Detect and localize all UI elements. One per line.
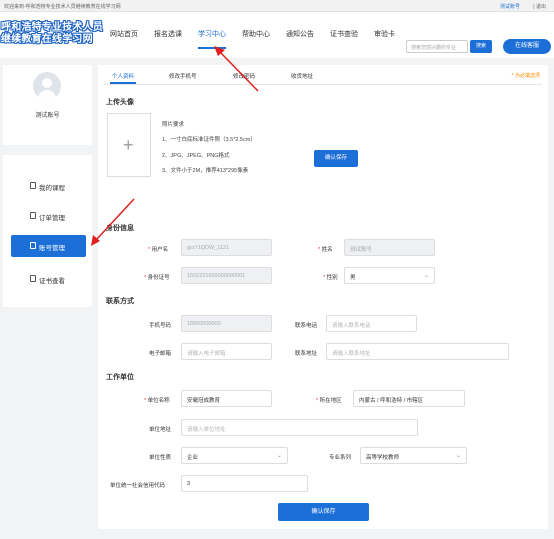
avatar-body [38, 90, 56, 100]
account-tabs: 个人资料 修改手机号 修改密码 收货地址 [104, 71, 542, 85]
sidebar-item-label: 订单管理 [39, 215, 65, 222]
unit-type-label: 单位性质 [149, 455, 172, 461]
chevron-down-icon: ⌄ [455, 453, 461, 459]
name-label: * 姓名 [318, 247, 333, 253]
chevron-down-icon: ⌄ [276, 453, 282, 459]
avatar-confirm-button[interactable]: 确认保存 [314, 150, 358, 167]
region-value: 内蒙古 / 呼和浩特 / 市辖区 [359, 398, 424, 404]
series-value: 高等学校教师 [366, 455, 400, 461]
address-input[interactable]: 请输入联系地址 [326, 343, 509, 360]
avatar-upload-box[interactable]: + [107, 113, 151, 177]
logout-link[interactable]: | 退出 [533, 3, 546, 10]
search-input[interactable]: 搜索您感兴趣的专业 [406, 40, 468, 53]
phone-label: 手机号码 [149, 323, 172, 329]
unit-type-select[interactable]: 企业 ⌄ [181, 447, 288, 464]
save-button[interactable]: 确认保存 [278, 503, 369, 521]
region-label: * 所在地区 [316, 398, 342, 404]
username-label: * 用户名 [148, 247, 169, 253]
nav-home[interactable]: 网站首页 [110, 29, 138, 39]
gender-value: 男 [350, 275, 356, 281]
sidebar-item-my-courses[interactable]: 我的课程 [11, 175, 86, 197]
nav-audit-card[interactable]: 审验卡 [374, 29, 395, 39]
photo-req-title: 照片要求 [162, 122, 185, 128]
avatar-head [42, 78, 52, 88]
unit-name-label: * 单位名称 [144, 398, 170, 404]
chevron-down-icon: ⌄ [423, 273, 429, 279]
series-select[interactable]: 高等学校教师 ⌄ [360, 447, 467, 464]
address-label: 联系地址 [295, 351, 318, 357]
credit-code-label: 单位统一社会信用代码 [110, 483, 166, 489]
photo-req-2: 2、JPG、JPEG、PNG格式 [162, 153, 230, 159]
tab-profile[interactable]: 个人资料 [109, 72, 137, 84]
credit-code-input[interactable]: 3 [181, 475, 308, 492]
tab-change-password[interactable]: 修改密码 [233, 72, 255, 80]
work-section-title: 工作单位 [106, 374, 134, 381]
sidebar-item-label: 证书查看 [39, 278, 65, 285]
username-field[interactable]: gcr71QDW_1121 [181, 239, 272, 256]
book-icon [30, 182, 36, 189]
photo-req-1: 1、一寸白底标准证件照（3.5*2.5cm） [162, 137, 256, 143]
series-label: 专业系列 [329, 455, 352, 461]
profile-card: 测试账号 [3, 65, 92, 145]
idcard-label: * 身份证号 [144, 275, 170, 281]
main-content: 个人资料 修改手机号 修改密码 收货地址 * 为必填选项 上传头像 + 照片要求… [98, 65, 548, 529]
tel-label: 联系电话 [295, 323, 318, 329]
lock-icon [30, 242, 36, 249]
idcard-field[interactable]: 1502221999000000001 [181, 267, 272, 284]
required-note: * 为必填选项 [511, 73, 540, 79]
nav-learning-center[interactable]: 学习中心 [198, 29, 226, 49]
logo-line-1: 呼和浩特专业技术人员 [1, 22, 103, 33]
sidebar-item-certificates[interactable]: 证书查看 [11, 268, 86, 290]
name-field[interactable]: 测试账号 [344, 239, 435, 256]
profile-name: 测试账号 [35, 113, 60, 119]
unit-address-input[interactable]: 请输入单位地址 [181, 419, 418, 436]
tab-change-phone[interactable]: 修改手机号 [169, 72, 197, 80]
order-icon [30, 212, 36, 219]
email-input[interactable]: 请输入电子邮箱 [181, 343, 272, 360]
nav-help[interactable]: 帮助中心 [242, 29, 270, 39]
gender-select[interactable]: 男 ⌄ [344, 267, 435, 284]
account-link[interactable]: 测试账号 [500, 3, 520, 10]
sidebar-item-label: 账号管理 [39, 245, 65, 252]
unit-address-label: 单位地址 [149, 427, 172, 433]
main-nav: 网站首页 报名选课 学习中心 帮助中心 通知公告 证书查验 审验卡 [110, 29, 411, 49]
plus-icon: + [123, 135, 134, 155]
welcome-text: 欢迎来到-呼和浩特专业技术人员继续教育在线学习网 [4, 4, 121, 10]
sidebar-menu: 我的课程 订单管理 账号管理 证书查看 [3, 155, 92, 307]
unit-type-value: 企业 [187, 455, 199, 461]
tel-input[interactable]: 请输入联系电话 [326, 315, 417, 332]
contact-section-title: 联系方式 [106, 298, 134, 305]
certificate-icon [30, 275, 36, 282]
sidebar-item-orders[interactable]: 订单管理 [11, 205, 86, 227]
site-header: 呼和浩特专业技术人员 继续教育在线学习网 网站首页 报名选课 学习中心 帮助中心… [0, 12, 554, 58]
tab-shipping-address[interactable]: 收货地址 [291, 72, 313, 80]
email-label: 电子邮箱 [149, 351, 172, 357]
sidebar-item-account[interactable]: 账号管理 [11, 235, 86, 257]
sidebar-item-label: 我的课程 [39, 185, 65, 192]
unit-name-input[interactable]: 安徽冠成教育 [181, 390, 272, 407]
top-bar: 欢迎来到-呼和浩特专业技术人员继续教育在线学习网 测试账号 | 退出 [0, 0, 554, 12]
online-service-button[interactable]: 在线客服 [503, 39, 551, 54]
phone-field[interactable]: 18800000000 [181, 315, 272, 332]
nav-enroll[interactable]: 报名选课 [154, 29, 182, 39]
logo-line-2: 继续教育在线学习网 [1, 34, 93, 45]
nav-notices[interactable]: 通知公告 [286, 29, 314, 39]
search-button[interactable]: 搜索 [470, 40, 492, 53]
region-select[interactable]: 内蒙古 / 呼和浩特 / 市辖区 [353, 390, 465, 407]
upload-section-title: 上传头像 [106, 99, 134, 106]
photo-req-3: 3、文件小于2M，推荐413*295像素 [162, 168, 249, 174]
identity-section-title: 身份信息 [106, 225, 134, 232]
avatar [33, 72, 61, 100]
nav-certificate-check[interactable]: 证书查验 [330, 29, 358, 39]
gender-label: * 性别 [323, 275, 338, 281]
site-logo[interactable]: 呼和浩特专业技术人员 继续教育在线学习网 [1, 22, 103, 48]
